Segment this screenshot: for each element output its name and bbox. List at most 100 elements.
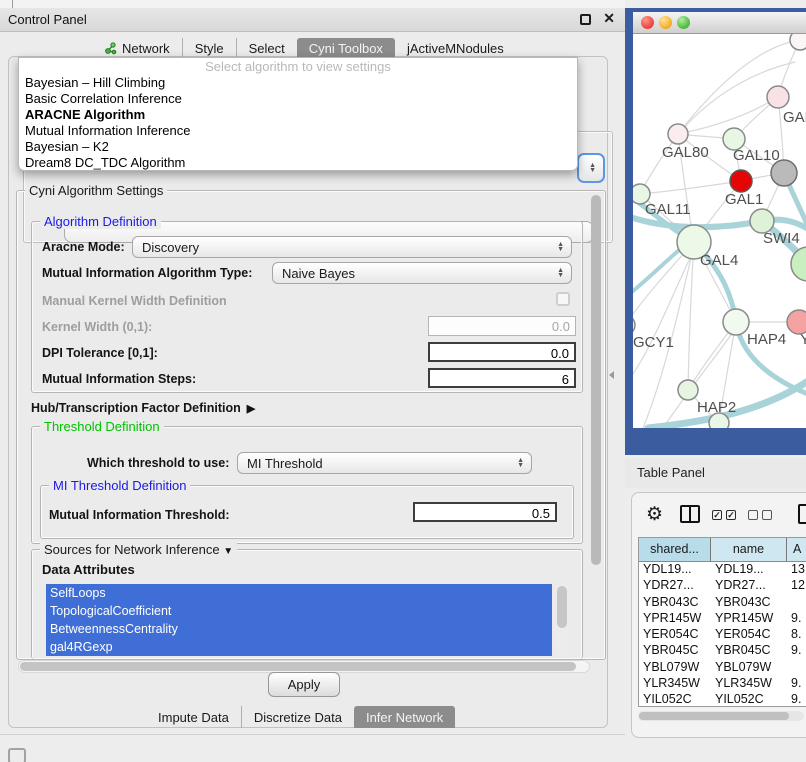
hub-definition-toggle[interactable]: Hub/Transcription Factor Definition▶: [31, 401, 255, 415]
gear-icon[interactable]: ⚙: [646, 503, 663, 526]
column-header-name[interactable]: name: [711, 538, 787, 561]
algorithm-option[interactable]: Dream8 DC_TDC Algorithm: [19, 155, 577, 171]
table-horizontal-scrollbar[interactable]: [638, 711, 804, 721]
algorithm-option[interactable]: Basic Correlation Inference: [19, 91, 577, 107]
algorithm-option[interactable]: Bayesian – K2: [19, 139, 577, 155]
split-columns-icon[interactable]: [680, 505, 700, 523]
attribute-item[interactable]: gal4RGexp: [46, 638, 552, 656]
checkbox-checked-icon[interactable]: ✓: [712, 510, 722, 520]
kernel-width-field[interactable]: 0.0: [428, 316, 576, 336]
cyni-algorithm-settings-group: Cyni Algorithm Settings Algorithm Defini…: [16, 190, 606, 660]
apply-button[interactable]: Apply: [268, 672, 340, 697]
table-cell: YBR045C: [711, 643, 787, 659]
table-toolbar: ⚙ ✓ ✓: [632, 499, 806, 531]
zoom-traffic-light-icon[interactable]: [677, 16, 690, 29]
network-edge[interactable]: [688, 242, 694, 390]
table-cell: YDL19...: [639, 562, 711, 578]
table-row[interactable]: YBR043CYBR043C: [639, 595, 806, 611]
table-row[interactable]: YDR27...YDR27...12: [639, 578, 806, 594]
settings-scrollbar[interactable]: [590, 195, 602, 655]
table-header-row: shared... name A: [639, 538, 806, 562]
table-cell: YPR145W: [711, 611, 787, 627]
float-panel-icon[interactable]: [580, 14, 591, 25]
algorithm-option[interactable]: ARACNE Algorithm: [19, 107, 577, 123]
tab-select-label: Select: [249, 41, 285, 56]
algorithm-definition-group: Algorithm Definition Aracne Mode: Discov…: [31, 221, 583, 393]
attribute-item[interactable]: SelfLoops: [46, 584, 552, 602]
network-edge[interactable]: [633, 251, 678, 296]
node-label: GAL10: [733, 147, 780, 164]
panel-tabs: Network Style Select Cyni Toolbox jActiv…: [92, 38, 516, 59]
tab-network[interactable]: Network: [92, 38, 182, 59]
scrollbar-thumb[interactable]: [20, 662, 576, 671]
tab-style[interactable]: Style: [182, 38, 236, 59]
network-edge[interactable]: [633, 256, 691, 374]
table-row[interactable]: YDL19...YDL19...13: [639, 562, 806, 578]
attribute-item[interactable]: BetweennessCentrality: [46, 620, 552, 638]
tab-style-label: Style: [195, 41, 224, 56]
document-icon[interactable]: [798, 504, 806, 524]
data-attributes-list[interactable]: SelfLoopsTopologicalCoefficientBetweenne…: [46, 584, 552, 656]
network-canvas[interactable]: GALGAL80GAL10GAL1GAL11SWI4GAL4GCY1HAP4YH…: [633, 34, 806, 428]
attributes-scrollbar[interactable]: [556, 584, 568, 656]
mi-type-select[interactable]: Naive Bayes ▲▼: [272, 262, 572, 284]
aracne-mode-select[interactable]: Discovery ▲▼: [132, 236, 572, 258]
tab-discretize-data[interactable]: Discretize Data: [241, 706, 354, 728]
scrollbar-thumb[interactable]: [591, 195, 601, 565]
checkbox-checked-icon[interactable]: ✓: [726, 510, 736, 520]
network-node[interactable]: [678, 380, 698, 400]
panel-top-divider: [12, 0, 13, 8]
node-label: GAL1: [725, 191, 763, 208]
network-window: GALGAL80GAL10GAL1GAL11SWI4GAL4GCY1HAP4YH…: [625, 8, 806, 455]
tab-impute-data[interactable]: Impute Data: [146, 706, 241, 728]
table-cell: YBR043C: [711, 595, 787, 611]
dpi-tolerance-field[interactable]: 0.0: [428, 342, 576, 362]
sources-group-title[interactable]: Sources for Network Inference ▼: [40, 542, 237, 557]
attribute-item[interactable]: TopologicalCoefficient: [46, 602, 552, 620]
tab-select[interactable]: Select: [236, 38, 297, 59]
network-node[interactable]: [668, 124, 688, 144]
table-cell: YBL079W: [711, 660, 787, 676]
table-cell: 9.: [787, 676, 806, 692]
stepper-arrows-icon: ▲▼: [589, 163, 596, 173]
network-node[interactable]: [790, 34, 806, 50]
minimize-traffic-light-icon[interactable]: [659, 16, 672, 29]
table-row[interactable]: YBL079WYBL079W: [639, 660, 806, 676]
network-node[interactable]: [767, 86, 789, 108]
node-label: SWI4: [763, 230, 800, 247]
network-node[interactable]: [633, 315, 635, 335]
tab-infer-network[interactable]: Infer Network: [354, 706, 455, 728]
close-icon[interactable]: ✕: [603, 10, 615, 27]
table-row[interactable]: YPR145WYPR145W9.: [639, 611, 806, 627]
column-header-shared-name[interactable]: shared...: [639, 538, 711, 561]
node-label: HAP2: [697, 399, 736, 416]
node-label: GAL11: [645, 201, 691, 218]
table-row[interactable]: YBR045CYBR045C9.: [639, 643, 806, 659]
tab-cyni-toolbox[interactable]: Cyni Toolbox: [297, 38, 395, 59]
network-icon: [104, 42, 117, 55]
manual-kernel-checkbox[interactable]: [556, 292, 570, 306]
checkbox-unchecked-icon[interactable]: [762, 510, 772, 520]
which-threshold-select[interactable]: MI Threshold ▲▼: [237, 452, 532, 474]
checkbox-unchecked-icon[interactable]: [748, 510, 758, 520]
network-node[interactable]: [723, 309, 749, 335]
algorithm-option[interactable]: Mutual Information Inference: [19, 123, 577, 139]
tab-jactivemnodules[interactable]: jActiveMNodules: [395, 38, 516, 59]
column-header-partial[interactable]: A: [787, 538, 806, 561]
mi-steps-field[interactable]: 6: [428, 368, 576, 388]
close-traffic-light-icon[interactable]: [641, 16, 654, 29]
table-row[interactable]: YLR345WYLR345W9.: [639, 676, 806, 692]
mi-threshold-field[interactable]: 0.5: [413, 502, 557, 522]
network-node[interactable]: [730, 170, 752, 192]
expand-arrow-icon: ▶: [247, 402, 255, 415]
stepper-arrows-icon: ▲▼: [557, 242, 564, 252]
table-row[interactable]: YER054CYER054C8.: [639, 627, 806, 643]
table-row[interactable]: YIL052CYIL052C9.: [639, 692, 806, 707]
scrollbar-thumb[interactable]: [557, 586, 567, 628]
split-pane-collapse-icon[interactable]: [609, 371, 614, 379]
scrollbar-thumb[interactable]: [639, 712, 789, 720]
minimized-panel-icon[interactable]: [8, 748, 26, 762]
node-table[interactable]: shared... name A YDL19...YDL19...13YDR27…: [638, 537, 806, 707]
algorithm-option[interactable]: Bayesian – Hill Climbing: [19, 75, 577, 91]
network-window-titlebar[interactable]: [633, 12, 806, 34]
